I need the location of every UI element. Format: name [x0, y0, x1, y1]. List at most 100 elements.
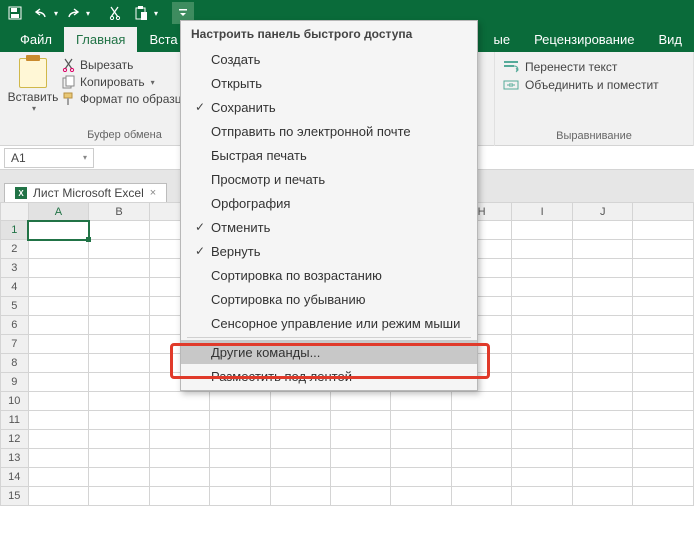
workbook-tab[interactable]: X Лист Microsoft Excel × — [4, 183, 167, 202]
redo-icon[interactable] — [62, 2, 84, 24]
cell[interactable] — [512, 354, 572, 373]
cell[interactable] — [633, 487, 694, 506]
cell[interactable] — [451, 449, 512, 468]
cell[interactable] — [572, 259, 633, 278]
cell[interactable] — [572, 392, 633, 411]
cell[interactable] — [210, 392, 270, 411]
cell[interactable] — [512, 316, 572, 335]
cell[interactable] — [270, 449, 330, 468]
cell[interactable] — [28, 392, 89, 411]
cell[interactable] — [451, 411, 512, 430]
cell[interactable] — [270, 468, 330, 487]
cell[interactable] — [89, 468, 150, 487]
cell[interactable] — [89, 297, 150, 316]
row-header[interactable]: 6 — [1, 316, 29, 335]
cell[interactable] — [512, 392, 572, 411]
row-header[interactable]: 5 — [1, 297, 29, 316]
cell[interactable] — [149, 411, 209, 430]
cell[interactable] — [89, 316, 150, 335]
undo-dropdown-icon[interactable]: ▾ — [54, 9, 58, 18]
cell[interactable] — [512, 411, 572, 430]
cell[interactable] — [633, 430, 694, 449]
cell[interactable] — [89, 430, 150, 449]
cell[interactable] — [149, 449, 209, 468]
cell[interactable] — [633, 278, 694, 297]
cell[interactable] — [391, 411, 451, 430]
row-header[interactable]: 15 — [1, 487, 29, 506]
cell[interactable] — [572, 316, 633, 335]
cell[interactable] — [89, 278, 150, 297]
cell[interactable] — [512, 449, 572, 468]
cell[interactable] — [331, 411, 391, 430]
cell[interactable] — [633, 259, 694, 278]
cell[interactable] — [28, 430, 89, 449]
cell[interactable] — [270, 392, 330, 411]
cell[interactable] — [89, 240, 150, 259]
cell[interactable] — [149, 487, 209, 506]
cell[interactable] — [512, 335, 572, 354]
close-icon[interactable]: × — [150, 187, 156, 199]
cell[interactable] — [391, 468, 451, 487]
cell[interactable] — [633, 373, 694, 392]
menu-item[interactable]: Другие команды... — [181, 340, 477, 364]
cell[interactable] — [28, 468, 89, 487]
cell[interactable] — [89, 392, 150, 411]
cell[interactable] — [28, 278, 89, 297]
cell[interactable] — [512, 259, 572, 278]
copy-button[interactable]: Копировать ▾ — [62, 75, 182, 89]
cell[interactable] — [512, 278, 572, 297]
menu-item[interactable]: Сенсорное управление или режим мыши — [181, 311, 477, 335]
row-header[interactable]: 8 — [1, 354, 29, 373]
menu-item[interactable]: ✓ Отменить — [181, 215, 477, 239]
cell[interactable] — [210, 449, 270, 468]
row-header[interactable]: 2 — [1, 240, 29, 259]
row-header[interactable]: 12 — [1, 430, 29, 449]
cell[interactable] — [331, 392, 391, 411]
cut-icon[interactable] — [104, 2, 126, 24]
cell[interactable] — [89, 449, 150, 468]
cell[interactable] — [28, 259, 89, 278]
cell[interactable] — [28, 354, 89, 373]
cell[interactable] — [633, 411, 694, 430]
column-header[interactable]: I — [512, 203, 572, 221]
row-header[interactable]: 4 — [1, 278, 29, 297]
column-header[interactable]: B — [89, 203, 150, 221]
cell[interactable] — [331, 468, 391, 487]
menu-item[interactable]: Создать — [181, 47, 477, 71]
select-all-corner[interactable] — [1, 203, 29, 221]
cell[interactable] — [572, 373, 633, 392]
cell[interactable] — [89, 411, 150, 430]
column-header[interactable]: A — [28, 203, 89, 221]
undo-icon[interactable] — [30, 2, 52, 24]
menu-item[interactable]: Просмотр и печать — [181, 167, 477, 191]
cell[interactable] — [331, 430, 391, 449]
row-header[interactable]: 1 — [1, 221, 29, 240]
tab-review[interactable]: Рецензирование — [522, 27, 646, 52]
column-header[interactable] — [633, 203, 694, 221]
cell[interactable] — [391, 487, 451, 506]
menu-item[interactable]: ✓ Вернуть — [181, 239, 477, 263]
tab-view[interactable]: Вид — [646, 27, 694, 52]
cell[interactable] — [572, 430, 633, 449]
cell[interactable] — [270, 430, 330, 449]
format-painter-button[interactable]: Формат по образц — [62, 92, 182, 106]
cut-button[interactable]: Вырезать — [62, 58, 182, 72]
row-header[interactable]: 3 — [1, 259, 29, 278]
cell[interactable] — [210, 468, 270, 487]
cell[interactable] — [270, 487, 330, 506]
cell[interactable] — [572, 240, 633, 259]
cell[interactable] — [512, 297, 572, 316]
cell[interactable] — [149, 392, 209, 411]
cell[interactable] — [210, 411, 270, 430]
cell[interactable] — [28, 487, 89, 506]
cell[interactable] — [633, 297, 694, 316]
paste-dropdown-icon[interactable]: ▾ — [154, 9, 158, 18]
row-header[interactable]: 10 — [1, 392, 29, 411]
cell[interactable] — [451, 468, 512, 487]
paste-icon[interactable] — [130, 2, 152, 24]
name-box[interactable]: A1 ▾ — [4, 148, 94, 168]
cell[interactable] — [633, 354, 694, 373]
cell[interactable] — [28, 335, 89, 354]
cell[interactable] — [572, 487, 633, 506]
cell[interactable] — [572, 278, 633, 297]
